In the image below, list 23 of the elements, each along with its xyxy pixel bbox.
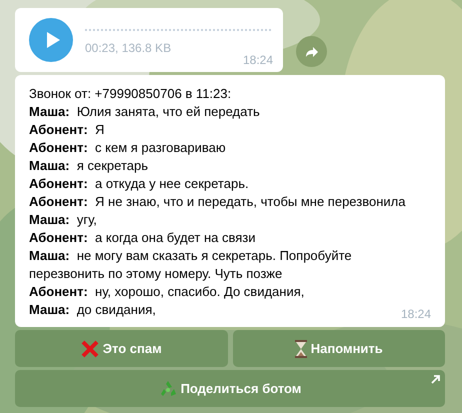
- cross-icon: [80, 340, 99, 358]
- call-header: Звонок от: +79990850706 в 11:23:: [29, 85, 232, 103]
- message-time: 18:24: [400, 307, 431, 321]
- message-time: 18:24: [242, 53, 273, 67]
- play-button[interactable]: [29, 18, 73, 62]
- transcript-line: Абонент: Я не знаю, что и передать, чтобы мне перезвонила: [29, 193, 406, 211]
- transcript-line: Маша: Юлия занята, что ей передать: [29, 103, 261, 121]
- hourglass-icon: [294, 340, 307, 358]
- transcript-line: Маша: я секретарь: [29, 157, 149, 175]
- transcript-line: Абонент: Я: [29, 121, 106, 139]
- share-arrow-icon: [304, 46, 318, 58]
- transcript-line: Абонент: ну, хорошо, спасибо. До свидания,: [29, 283, 306, 301]
- transcript-line: Маша: угу,: [29, 211, 98, 229]
- recycle-icon: [158, 380, 177, 398]
- transcript-line: Абонент: а откуда у нее секретарь.: [29, 175, 250, 193]
- keyboard-button[interactable]: Это спам: [15, 330, 228, 367]
- audio-info: 00:23, 136.8 KB: [85, 41, 172, 55]
- transcript-line: Абонент: а когда она будет на связи: [29, 229, 257, 247]
- play-icon: [45, 31, 61, 49]
- keyboard-button[interactable]: Поделиться ботом: [15, 370, 445, 407]
- keyboard-button[interactable]: Напомнить: [232, 330, 445, 367]
- transcript-line: Маша: до свидания,: [29, 301, 157, 319]
- transcript-line: Абонент: с кем я разговариваю: [29, 139, 227, 157]
